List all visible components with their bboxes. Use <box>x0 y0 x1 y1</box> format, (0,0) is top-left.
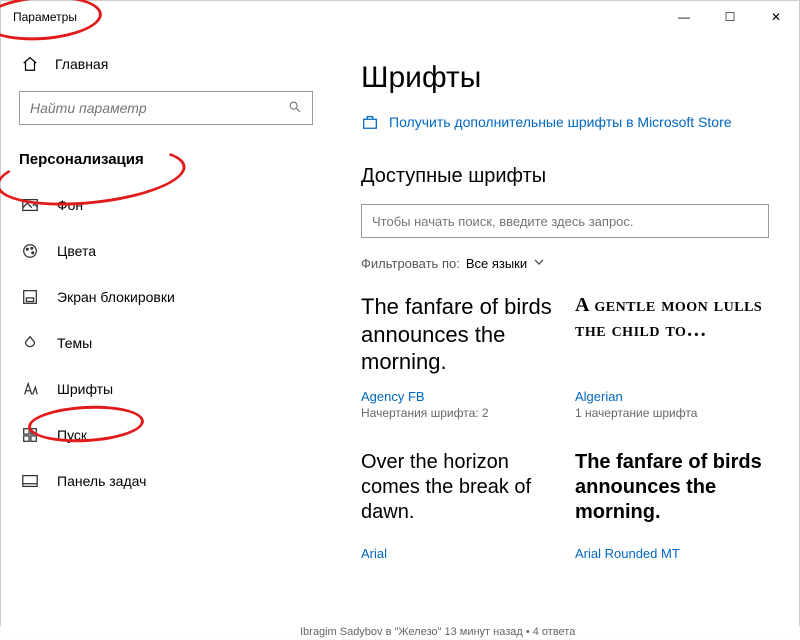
picture-icon <box>21 196 39 214</box>
titlebar: Параметры — ☐ ✕ <box>1 1 799 33</box>
fonts-icon <box>21 380 39 398</box>
nav-item-label: Шрифты <box>57 381 113 397</box>
sidebar: Главная Персонализация Фон Цвета <box>1 33 331 639</box>
nav-home[interactable]: Главная <box>1 45 331 83</box>
content-area: Главная Персонализация Фон Цвета <box>1 33 799 639</box>
font-sample: A gentle moon lulls the child to… <box>575 293 769 383</box>
settings-search-input[interactable] <box>30 100 288 116</box>
font-sample: The fanfare of birds announces the morni… <box>575 450 769 540</box>
store-link[interactable]: Получить дополнительные шрифты в Microso… <box>361 113 769 131</box>
font-faces: Начертания шрифта: 2 <box>361 406 555 420</box>
category-header: Персонализация <box>1 143 331 182</box>
font-faces: 1 начертание шрифта <box>575 406 769 420</box>
window-controls: — ☐ ✕ <box>661 1 799 33</box>
font-grid: The fanfare of birds announces the morni… <box>361 293 769 563</box>
start-icon <box>21 426 39 444</box>
nav-home-label: Главная <box>55 56 108 72</box>
font-name: Arial <box>361 546 555 561</box>
maximize-button[interactable]: ☐ <box>707 1 753 33</box>
nav-item-label: Темы <box>57 335 92 351</box>
filter-row[interactable]: Фильтровать по: Все языки <box>361 256 769 271</box>
nav-item-lockscreen[interactable]: Экран блокировки <box>1 274 331 320</box>
footer-fragment: Ibragim Sadybov в "Железо" 13 минут наза… <box>0 626 800 640</box>
nav-item-themes[interactable]: Темы <box>1 320 331 366</box>
chevron-down-icon <box>533 256 545 271</box>
nav-item-label: Цвета <box>57 243 96 259</box>
font-sample: Over the horizon comes the break of dawn… <box>361 450 555 540</box>
font-name: Arial Rounded MT <box>575 546 769 561</box>
main-panel: Шрифты Получить дополнительные шрифты в … <box>331 33 799 639</box>
filter-label: Фильтровать по: <box>361 256 460 271</box>
font-sample: The fanfare of birds announces the morni… <box>361 293 555 383</box>
themes-icon <box>21 334 39 352</box>
nav-item-label: Фон <box>57 197 83 213</box>
minimize-button[interactable]: — <box>661 1 707 33</box>
store-link-text: Получить дополнительные шрифты в Microso… <box>389 114 732 130</box>
available-fonts-heading: Доступные шрифты <box>361 165 769 188</box>
font-name: Agency FB <box>361 389 555 404</box>
font-name: Algerian <box>575 389 769 404</box>
window-title: Параметры <box>13 10 77 24</box>
page-title: Шрифты <box>361 61 769 95</box>
font-search[interactable] <box>361 204 769 238</box>
nav-item-label: Экран блокировки <box>57 289 175 305</box>
nav-item-fonts[interactable]: Шрифты <box>1 366 331 412</box>
palette-icon <box>21 242 39 260</box>
nav-item-taskbar[interactable]: Панель задач <box>1 458 331 504</box>
nav-item-start[interactable]: Пуск <box>1 412 331 458</box>
search-icon <box>288 100 302 117</box>
font-card-algerian[interactable]: A gentle moon lulls the child to… Algeri… <box>575 293 769 420</box>
home-icon <box>21 55 39 73</box>
settings-search[interactable] <box>19 91 313 125</box>
font-card-agency-fb[interactable]: The fanfare of birds announces the morni… <box>361 293 555 420</box>
close-button[interactable]: ✕ <box>753 1 799 33</box>
filter-value: Все языки <box>466 256 527 271</box>
lockscreen-icon <box>21 288 39 306</box>
store-icon <box>361 113 379 131</box>
settings-window: Параметры — ☐ ✕ Главная Персонализация <box>0 0 800 640</box>
taskbar-icon <box>21 472 39 490</box>
nav-item-label: Пуск <box>57 427 87 443</box>
font-card-arial[interactable]: Over the horizon comes the break of dawn… <box>361 450 555 563</box>
nav-item-label: Панель задач <box>57 473 146 489</box>
font-card-arial-rounded[interactable]: The fanfare of birds announces the morni… <box>575 450 769 563</box>
nav-item-colors[interactable]: Цвета <box>1 228 331 274</box>
nav-item-background[interactable]: Фон <box>1 182 331 228</box>
font-search-input[interactable] <box>372 214 758 229</box>
